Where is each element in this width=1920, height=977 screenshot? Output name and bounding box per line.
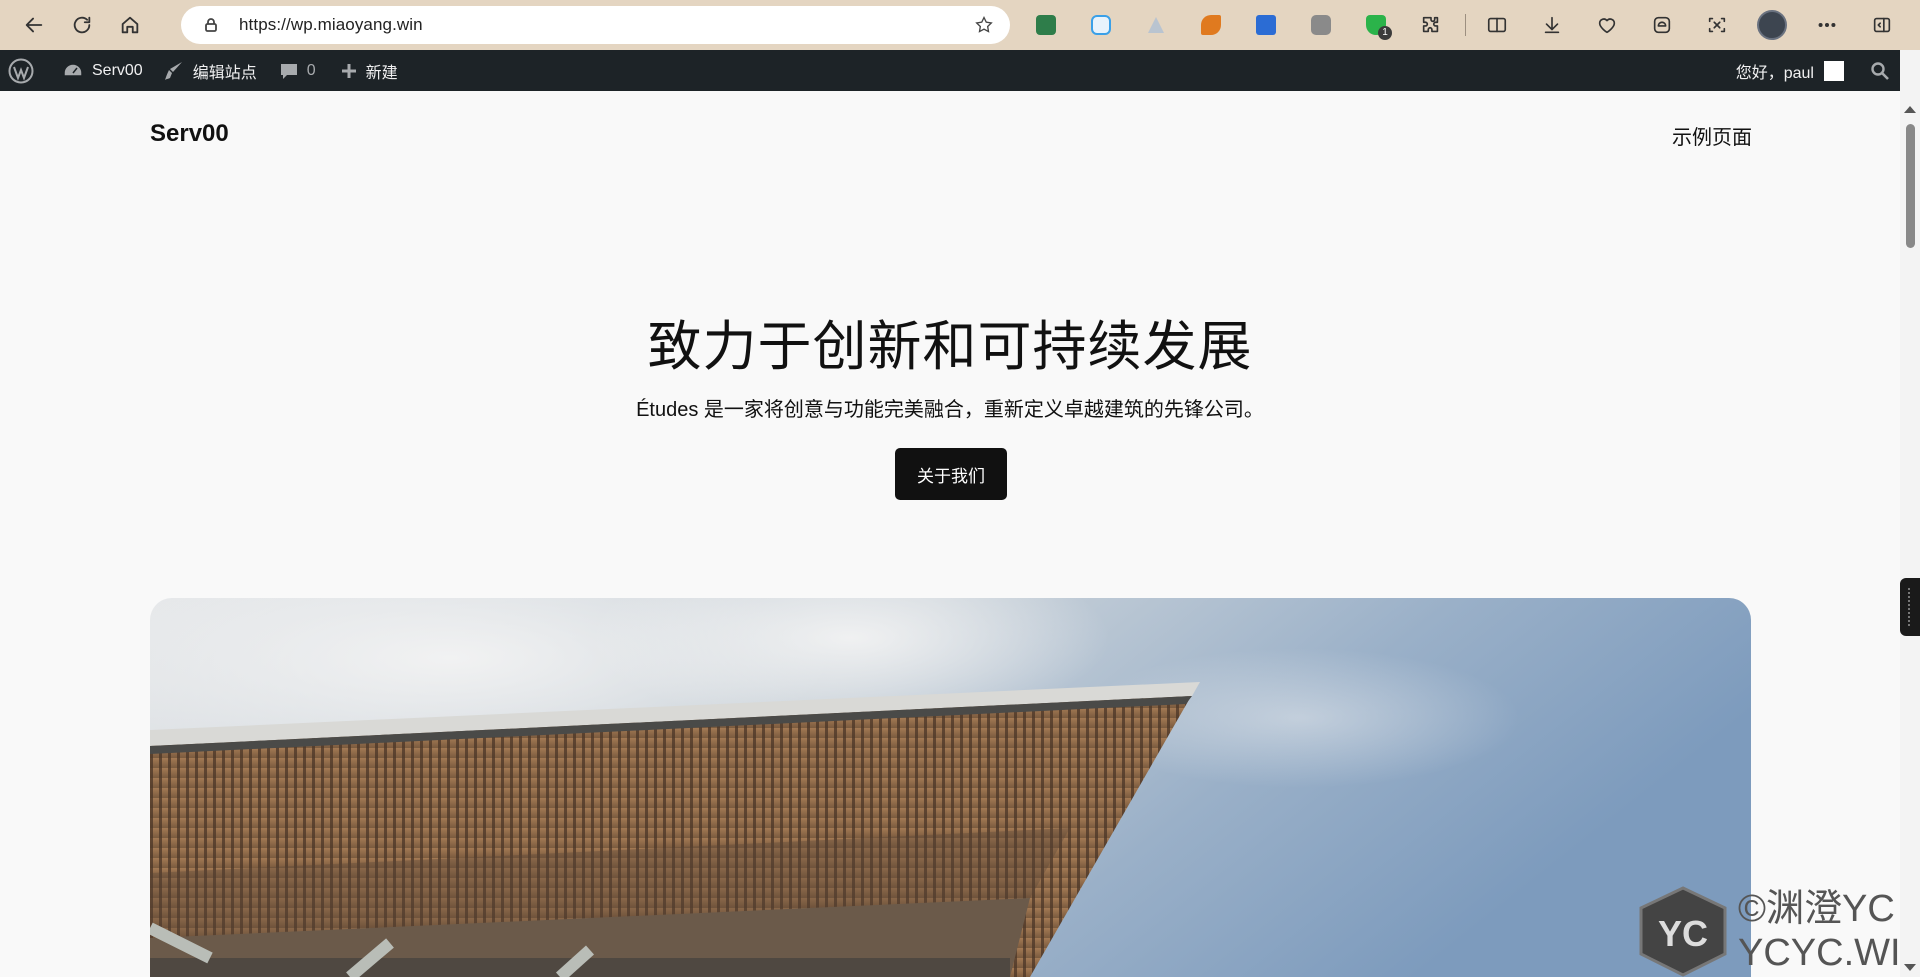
- edit-site-link[interactable]: 编辑站点: [151, 50, 265, 91]
- edit-site-label: 编辑站点: [192, 64, 257, 82]
- reload-icon: [73, 16, 91, 34]
- extension-badge: 1: [1378, 26, 1392, 40]
- scrollbar-thumb[interactable]: [1906, 124, 1915, 248]
- blue-card-extension-icon[interactable]: [1250, 9, 1282, 41]
- plus-icon: [341, 63, 356, 78]
- shield-check-extension-icon[interactable]: 1: [1360, 9, 1392, 41]
- greeting-text: 您好，paul: [1735, 64, 1814, 82]
- scroll-down-arrow-icon[interactable]: [1904, 964, 1916, 971]
- browser-toolbar: https://wp.miaoyang.win 1: [0, 0, 1920, 50]
- watermark: YC ©渊澄YC YCYC.WIN: [1633, 886, 1920, 977]
- comments-count: 0: [306, 61, 316, 79]
- puzzle-orange-extension-icon[interactable]: [1195, 9, 1227, 41]
- cloud-extension-icon[interactable]: [1085, 9, 1117, 41]
- home-button[interactable]: [108, 5, 152, 45]
- extensions-area: 1: [1030, 0, 1920, 50]
- profile-avatar[interactable]: [1756, 9, 1788, 41]
- hero-description: Études 是一家将创意与功能完美融合，重新定义卓越建筑的先锋公司。: [636, 399, 1264, 421]
- split-screen-icon[interactable]: [1481, 9, 1513, 41]
- brush-icon: [164, 61, 182, 80]
- dashboard-icon: [63, 62, 83, 77]
- search-icon: [1871, 61, 1889, 80]
- about-us-button[interactable]: 关于我们: [895, 448, 1007, 500]
- toolbar-separator: [1465, 14, 1466, 36]
- watermark-line1: ©渊澄YC: [1738, 888, 1895, 930]
- wordpress-logo-icon: [8, 58, 34, 83]
- edge-browser-essentials-icon[interactable]: [1646, 9, 1678, 41]
- home-icon: [121, 16, 139, 34]
- comments-link[interactable]: 0: [265, 50, 324, 91]
- screenshot-icon[interactable]: [1701, 9, 1733, 41]
- camera-extension-icon[interactable]: [1305, 9, 1337, 41]
- my-account-link[interactable]: 您好，paul: [1728, 50, 1862, 91]
- back-button[interactable]: [12, 5, 56, 45]
- favorite-star-icon[interactable]: [974, 15, 994, 35]
- downloads-icon[interactable]: [1536, 9, 1568, 41]
- watermark-line2: YCYC.WIN: [1738, 932, 1920, 974]
- admin-bar-right: 您好，paul: [1728, 50, 1920, 91]
- hero-heading: 致力于创新和可持续发展: [647, 317, 1253, 377]
- address-bar[interactable]: https://wp.miaoyang.win: [181, 6, 1010, 44]
- reload-button[interactable]: [60, 5, 104, 45]
- page-scrollbar[interactable]: [1900, 50, 1920, 977]
- site-title-link[interactable]: Serv00: [150, 120, 229, 148]
- download-extension-icon[interactable]: [1030, 9, 1062, 41]
- yc-logo-icon: YC: [1639, 886, 1727, 977]
- triangle-extension-icon[interactable]: [1140, 9, 1172, 41]
- wordpress-logo-button[interactable]: [0, 50, 42, 91]
- scroll-up-arrow-icon[interactable]: [1904, 106, 1916, 113]
- wp-admin-bar: Serv00 编辑站点 0 新建 您好，paul: [0, 50, 1920, 91]
- admin-site-name-link[interactable]: Serv00: [42, 50, 151, 91]
- side-panel-tab[interactable]: [1900, 578, 1920, 636]
- admin-site-name: Serv00: [92, 61, 143, 79]
- lock-icon[interactable]: [201, 15, 221, 35]
- logo-text: YC: [1658, 913, 1708, 954]
- user-avatar: [1824, 60, 1844, 81]
- url-text[interactable]: https://wp.miaoyang.win: [239, 15, 423, 35]
- new-content-link[interactable]: 新建: [324, 50, 406, 91]
- new-content-label: 新建: [365, 64, 398, 82]
- sidebar-toggle-icon[interactable]: [1866, 9, 1898, 41]
- performance-heart-icon[interactable]: [1591, 9, 1623, 41]
- hero-architecture-image: [150, 598, 1751, 977]
- more-options-icon[interactable]: [1811, 9, 1843, 41]
- extensions-puzzle-icon[interactable]: [1415, 9, 1447, 41]
- back-arrow-icon: [25, 17, 43, 33]
- comment-bubble-icon: [280, 63, 297, 79]
- nav-sample-page-link[interactable]: 示例页面: [1672, 121, 1752, 150]
